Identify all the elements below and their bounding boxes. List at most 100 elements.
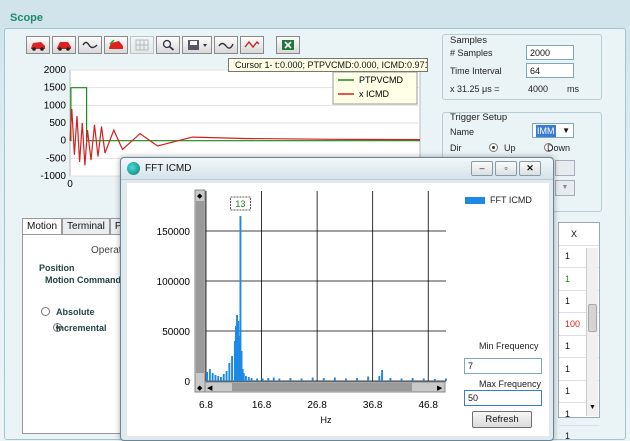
fft-bar (422, 378, 425, 381)
fft-legend-label: FFT ICMD (490, 195, 532, 205)
fft-bar (245, 376, 247, 381)
refresh-button[interactable]: Refresh (472, 411, 532, 428)
chevron-right-icon[interactable]: ▶ (437, 384, 443, 392)
y-tick-label: -500 (46, 153, 66, 164)
absolute-radio[interactable] (41, 307, 50, 316)
chevron-down-icon[interactable]: ◆ (197, 384, 203, 392)
y-tick-label: 50000 (162, 327, 190, 338)
fft-bar (228, 363, 231, 381)
trigger-input-partial[interactable] (555, 160, 575, 176)
num-samples-input[interactable]: 2000 (526, 45, 574, 60)
interval-label: Time Interval (450, 66, 502, 76)
scroll-thumb[interactable] (588, 304, 597, 332)
factor-label: x 31.25 μs = (450, 84, 500, 94)
trigger-name-select[interactable]: IMM ▼ (532, 123, 574, 138)
dir-up-label: Up (504, 143, 516, 153)
fft-bar (333, 377, 336, 381)
fft-titlebar[interactable]: FFT ICMD – ▫ ✕ (121, 158, 553, 180)
fft-bar (211, 373, 214, 381)
fft-bar (250, 378, 253, 381)
trigger-name-value: IMM (536, 124, 556, 137)
fft-peak-label: 13 (235, 199, 245, 209)
list-scrollbar[interactable]: ▼ (586, 248, 598, 416)
bottom-tabs: Motion Terminal Pa (22, 218, 133, 235)
excel-icon[interactable] (276, 36, 300, 54)
fft-bar (267, 378, 270, 381)
fft-bar (356, 378, 358, 381)
y-tick-label: -1000 (40, 171, 66, 182)
y-tick-label: 2000 (44, 65, 67, 76)
save-icon[interactable] (182, 36, 212, 54)
fft-client-area: 0 50000 100000 150000 6.8 16.8 26.8 36.8 46.8 H… (127, 183, 549, 436)
fft-bar (378, 376, 381, 381)
chevron-down-icon[interactable]: ▼ (555, 180, 575, 196)
close-icon[interactable]: ✕ (519, 161, 541, 176)
wave-icon[interactable] (240, 36, 264, 54)
zoom-icon[interactable] (156, 36, 180, 54)
fft-bar (433, 379, 436, 381)
fft-bar (222, 374, 225, 381)
fft-window-title: FFT ICMD (145, 163, 192, 174)
chevron-left-icon[interactable]: ◀ (207, 384, 213, 392)
fft-chart[interactable]: 0 50000 100000 150000 6.8 16.8 26.8 36.8 46.8 H… (127, 183, 457, 436)
fft-bar (225, 371, 228, 381)
x-tick-label: 0 (67, 179, 73, 190)
scope-title: Scope (10, 12, 44, 24)
chevron-up-icon[interactable]: ◆ (197, 192, 203, 200)
maximize-icon[interactable]: ▫ (495, 161, 517, 176)
fft-bar (214, 375, 217, 381)
red-car-icon[interactable] (52, 36, 76, 54)
fft-bar (300, 378, 303, 381)
x-tick-label: 16.8 (252, 400, 272, 411)
fft-bar (256, 378, 258, 381)
fft-bar (345, 378, 347, 381)
dir-up-radio[interactable] (489, 143, 498, 152)
legend-icmd: x ICMD (359, 89, 389, 99)
fft-bar (278, 378, 281, 381)
scope-toolbar (26, 36, 300, 54)
y-tick-label: 0 (184, 377, 190, 388)
fft-x-axis-label: Hz (321, 415, 332, 425)
fft-horizontal-scrollbar[interactable]: ◀ ▶ (204, 381, 446, 393)
y-tick-label: 500 (49, 118, 66, 129)
wave-icon[interactable] (214, 36, 238, 54)
fft-vertical-scrollbar[interactable]: ◆ ◆ (194, 189, 206, 393)
operation-heading: Operati (91, 245, 124, 256)
fft-bar (289, 378, 292, 381)
fft-bar (322, 378, 325, 381)
y-tick-label: 0 (60, 136, 66, 147)
y-tick-label: 1500 (44, 83, 67, 94)
fft-peak-annotation: 13 (229, 196, 251, 211)
chevron-down-icon[interactable]: ▼ (589, 404, 596, 411)
grid-icon[interactable] (130, 36, 154, 54)
wave-icon[interactable] (78, 36, 102, 54)
fft-bar (400, 378, 403, 381)
y-tick-label: 150000 (157, 227, 191, 238)
list-item[interactable]: 1 (559, 426, 599, 441)
fft-bar (389, 378, 392, 381)
incremental-label: Incremental (56, 323, 107, 333)
trigger-title: Trigger Setup (450, 112, 508, 123)
max-frequency-input[interactable]: 50 (464, 390, 542, 406)
fft-bar (247, 377, 250, 381)
max-frequency-label: Max Frequency (479, 379, 542, 389)
red-car-icon[interactable] (26, 36, 50, 54)
fft-bar (367, 376, 370, 381)
red-car-icon[interactable] (104, 36, 128, 54)
num-samples-label: # Samples (450, 48, 493, 58)
absolute-label: Absolute (56, 307, 95, 317)
list-header: X (559, 223, 599, 246)
tab-motion[interactable]: Motion (22, 218, 63, 235)
result-value: 4000 (528, 84, 549, 94)
scope-legend: PTPVCMD x ICMD (332, 71, 418, 105)
tab-terminal[interactable]: Terminal (62, 218, 110, 234)
fft-bar (217, 376, 220, 381)
x-tick-label: 6.8 (199, 400, 213, 411)
fft-bar (206, 372, 208, 381)
minimize-icon[interactable]: – (471, 161, 493, 176)
motion-panel: Operati Position Motion Command Absolute… (22, 234, 132, 434)
interval-input[interactable]: 64 (526, 63, 574, 78)
fft-bar (445, 378, 447, 381)
min-frequency-input[interactable]: 7 (464, 358, 542, 374)
x-tick-label: 26.8 (307, 400, 327, 411)
